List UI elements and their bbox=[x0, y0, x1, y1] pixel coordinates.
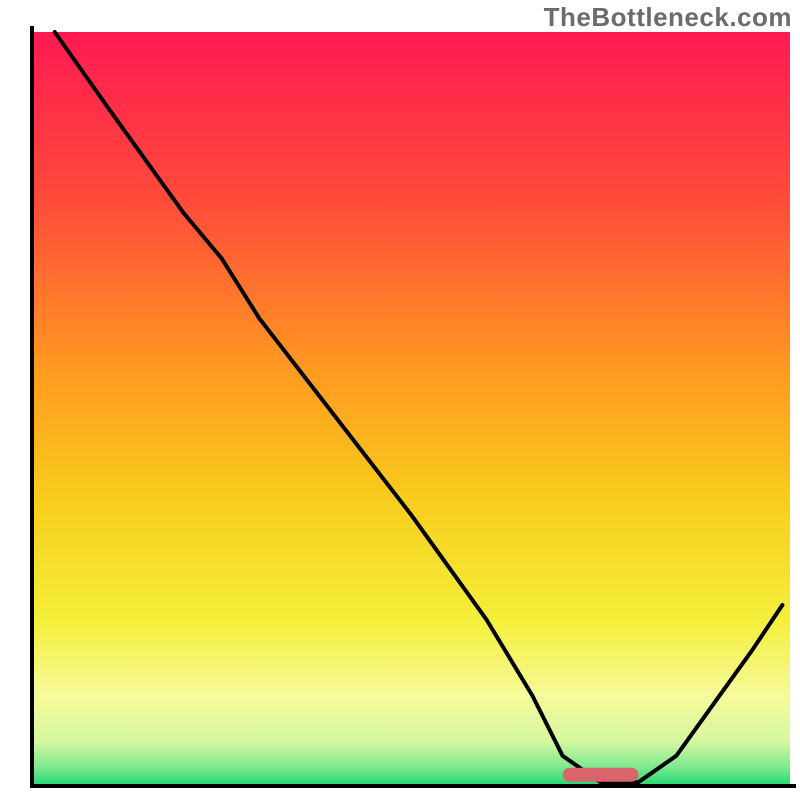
watermark-text: TheBottleneck.com bbox=[544, 2, 792, 33]
gradient-background bbox=[32, 32, 790, 786]
chart-svg bbox=[0, 0, 800, 800]
bottleneck-chart: TheBottleneck.com bbox=[0, 0, 800, 800]
optimum-marker bbox=[563, 768, 639, 782]
